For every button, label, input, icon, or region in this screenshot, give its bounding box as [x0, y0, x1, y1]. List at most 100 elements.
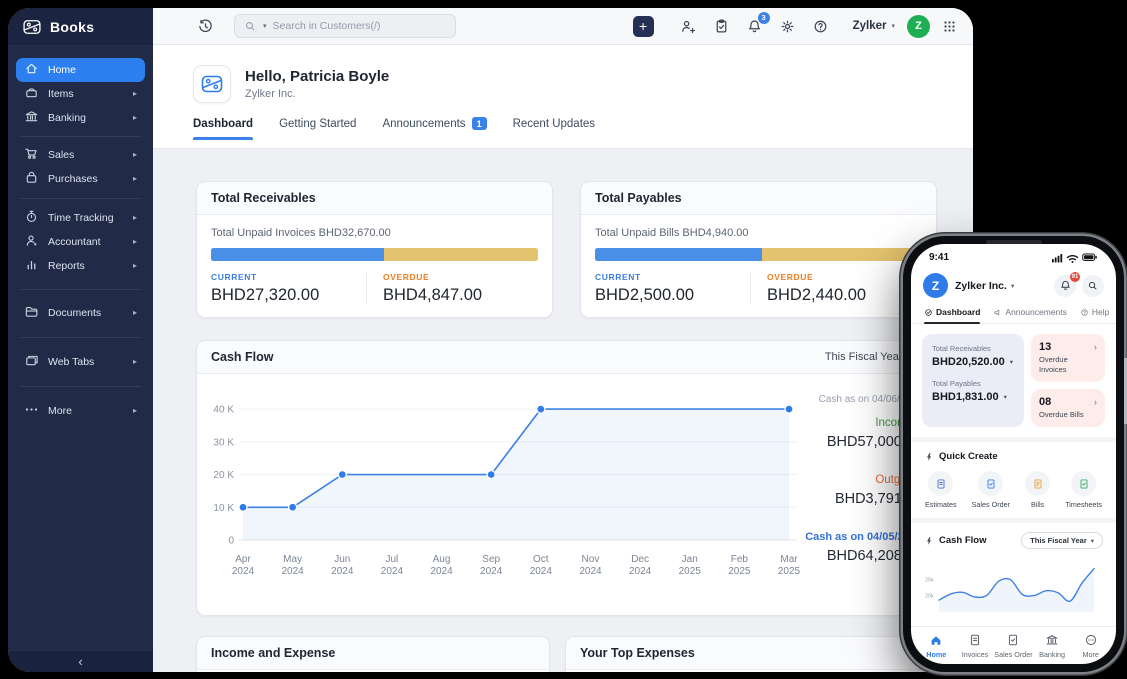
phone-totals-card[interactable]: Total Receivables BHD20,520.00 ▾ Total P…	[922, 334, 1024, 427]
dashboard-check-icon	[924, 308, 933, 317]
quick-create-button[interactable]: +	[633, 16, 654, 37]
tab-announcements[interactable]: Announcements 1	[382, 117, 486, 140]
quick-create-sales-order[interactable]: Sales Order	[972, 471, 1010, 509]
chevron-down-icon: ▾	[891, 22, 895, 30]
chevron-right-icon: ▸	[133, 407, 137, 415]
search-input[interactable]	[273, 20, 446, 32]
invite-user-icon[interactable]	[680, 18, 697, 35]
spark-icon	[924, 536, 934, 546]
spark-icon	[924, 452, 934, 462]
recent-history-icon[interactable]	[197, 18, 214, 35]
bank-icon	[24, 109, 39, 127]
phone-org-avatar[interactable]: Z	[923, 273, 948, 298]
tasks-icon[interactable]	[713, 18, 730, 35]
org-switcher[interactable]: Zylker ▾	[853, 20, 895, 32]
receivables-progress-bar	[211, 248, 538, 261]
apps-grid-icon[interactable]	[942, 19, 957, 34]
sidebar-item-time-tracking[interactable]: Time Tracking▸	[16, 206, 145, 230]
phone-search-icon[interactable]	[1082, 275, 1104, 297]
phone-overdue-bills-card[interactable]: 08 › Overdue Bills	[1031, 389, 1105, 427]
svg-text:30 K: 30 K	[213, 437, 234, 448]
payables-current-value: BHD2,500.00	[595, 286, 750, 305]
notifications-bell-icon[interactable]: 3	[746, 18, 763, 35]
global-search[interactable]: ▾	[234, 14, 456, 38]
phone-tab-help[interactable]: Help	[1080, 307, 1109, 323]
help-circle-icon	[1080, 308, 1089, 317]
sidebar-item-documents[interactable]: Documents▸	[16, 301, 145, 325]
estimate-doc-icon	[935, 478, 947, 490]
chevron-right-icon: ›	[1094, 342, 1097, 352]
overdue-label: OVERDUE	[383, 272, 538, 282]
overdue-bills-count: 08	[1039, 396, 1051, 408]
phone-tab-dashboard[interactable]: Dashboard	[924, 307, 980, 323]
tab-recent-updates[interactable]: Recent Updates	[513, 117, 595, 140]
phone-tabs: Dashboard Announcements Help	[911, 305, 1116, 324]
quick-create-estimates[interactable]: Estimates	[925, 471, 957, 509]
sidebar-item-more[interactable]: More▸	[16, 399, 145, 423]
sidebar-item-accountant[interactable]: Accountant▸	[16, 230, 145, 254]
overdue-label: OVERDUE	[767, 272, 922, 282]
phone-nav-invoices[interactable]: Invoices	[956, 633, 995, 659]
cellular-signal-icon	[1052, 253, 1063, 263]
phone-org-switcher[interactable]: Zylker Inc. ▾	[955, 280, 1014, 292]
timesheet-doc-icon	[1078, 478, 1090, 490]
chevron-down-icon: ▾	[1091, 537, 1094, 545]
sidebar-item-purchases[interactable]: Purchases▸	[16, 167, 145, 191]
phone-nav-sales-order[interactable]: Sales Order	[994, 633, 1033, 659]
phone-fiscal-year-dropdown[interactable]: This Fiscal Year ▾	[1021, 532, 1103, 549]
settings-gear-icon[interactable]	[779, 18, 796, 35]
search-scope-caret-icon[interactable]: ▾	[263, 22, 267, 30]
home-icon	[24, 61, 39, 79]
chevron-right-icon: ▸	[133, 238, 137, 246]
quick-create-bills[interactable]: Bills	[1025, 471, 1050, 509]
receivables-current-value: BHD27,320.00	[211, 286, 366, 305]
total-payables-card: Total Payables Total Unpaid Bills BHD4,9…	[580, 181, 937, 318]
phone-notifications-bell-icon[interactable]: 91	[1054, 275, 1076, 297]
quick-create-timesheets[interactable]: Timesheets	[1065, 471, 1102, 509]
overdue-invoices-label: Overdue Invoices	[1039, 355, 1097, 375]
user-avatar[interactable]: Z	[907, 15, 930, 38]
collapse-sidebar-button[interactable]: ‹	[8, 650, 153, 672]
battery-icon	[1082, 253, 1098, 262]
payables-overdue-value: BHD2,440.00	[767, 286, 922, 305]
chevron-right-icon: ▸	[133, 214, 137, 222]
phone-receivables-value[interactable]: BHD20,520.00 ▾	[932, 356, 1014, 368]
sidebar-item-sales[interactable]: Sales▸	[16, 143, 145, 167]
sidebar-item-banking[interactable]: Banking▸	[16, 106, 145, 130]
top-expenses-title: Your Top Expenses	[566, 637, 936, 670]
income-expense-title: Income and Expense	[197, 637, 549, 670]
folder-icon	[24, 304, 39, 322]
tab-dashboard[interactable]: Dashboard	[193, 117, 253, 140]
phone-bottom-nav: Home Invoices Sales Order Banking More	[911, 626, 1116, 664]
sidebar-header: Books	[8, 8, 153, 46]
sidebar-item-reports[interactable]: Reports▸	[16, 254, 145, 278]
sidebar-item-home[interactable]: Home	[16, 58, 145, 82]
income-expense-card: Income and Expense	[196, 636, 550, 672]
phone-overdue-invoices-card[interactable]: 13 › Overdue Invoices	[1031, 334, 1105, 382]
wifi-icon	[1066, 253, 1079, 263]
sales-order-doc-icon	[985, 478, 997, 490]
sidebar-divider	[20, 337, 141, 338]
company-name: Zylker Inc.	[245, 88, 389, 100]
phone-tab-announcements[interactable]: Announcements	[993, 307, 1066, 323]
cash-flow-chart: 010 K20 K30 K40 KApr2024May2024Jun2024Ju…	[203, 382, 803, 594]
help-icon[interactable]	[812, 18, 829, 35]
phone-nav-banking[interactable]: Banking	[1033, 633, 1072, 659]
sales-order-doc-icon	[1006, 633, 1020, 647]
phone-status-bar: 9:41	[911, 244, 1116, 263]
sidebar-item-web-tabs[interactable]: Web Tabs▸	[16, 350, 145, 374]
chevron-down-icon: ▾	[1004, 393, 1007, 401]
sidebar-divider	[20, 386, 141, 387]
status-time: 9:41	[929, 252, 949, 263]
receivables-card-title: Total Receivables	[197, 182, 552, 215]
unpaid-bills-summary: Total Unpaid Bills BHD4,940.00	[595, 227, 922, 239]
phone-payables-value[interactable]: BHD1,831.00 ▾	[932, 391, 1014, 403]
svg-text:Jan2025: Jan2025	[679, 554, 702, 577]
sidebar-item-items[interactable]: Items▸	[16, 82, 145, 106]
phone-nav-home[interactable]: Home	[917, 633, 956, 659]
chevron-down-icon: ▾	[1010, 358, 1013, 366]
sidebar-divider	[20, 136, 141, 137]
phone-nav-more[interactable]: More	[1071, 633, 1110, 659]
phone-cash-flow-chart: 25k20k	[924, 554, 1096, 612]
tab-getting-started[interactable]: Getting Started	[279, 117, 356, 140]
